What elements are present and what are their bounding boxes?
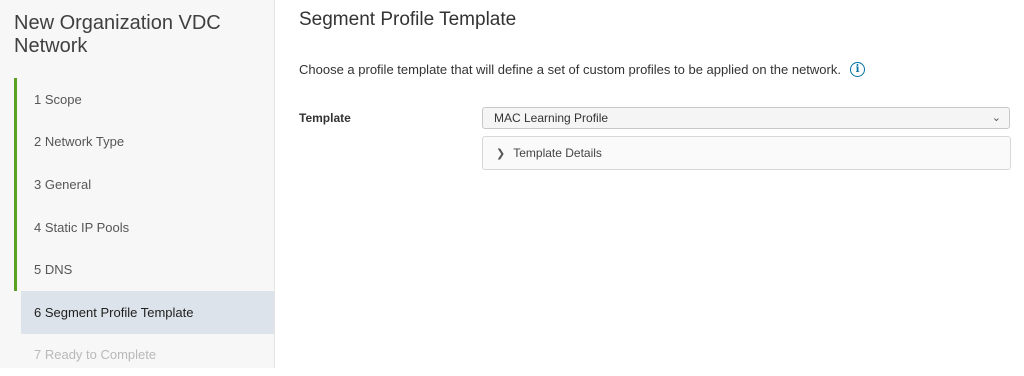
step-label: 3 General (34, 176, 92, 192)
wizard-modal: New Organization VDC Network 1 Scope 2 N… (0, 0, 1024, 368)
step-complete-bar (14, 205, 17, 249)
step-complete-bar (14, 248, 17, 291)
step-network-type[interactable]: 2 Network Type (14, 120, 274, 164)
step-label: 2 Network Type (34, 134, 125, 150)
step-static-ip-pools[interactable]: 4 Static IP Pools (14, 205, 274, 249)
step-label: 4 Static IP Pools (34, 219, 130, 235)
step-ready-to-complete: 7 Ready to Complete (14, 334, 274, 376)
step-scope[interactable]: 1 Scope (14, 78, 274, 121)
step-label: 1 Scope (34, 91, 82, 107)
template-details-label: Template Details (513, 146, 602, 160)
step-complete-bar (14, 78, 17, 121)
step-general[interactable]: 3 General (14, 163, 274, 206)
info-icon[interactable]: i (849, 62, 865, 77)
description-text: Choose a profile template that will defi… (299, 62, 841, 77)
step-complete-bar (14, 120, 17, 164)
template-label: Template (299, 111, 351, 125)
template-details-toggle[interactable]: ❯ Template Details (482, 136, 1011, 170)
wizard-title: New Organization VDC Network (14, 12, 221, 57)
wizard-content: Segment Profile Template Choose a profil… (299, 0, 1014, 368)
step-complete-bar (14, 163, 17, 206)
step-segment-profile-template[interactable]: 6 Segment Profile Template (21, 290, 274, 334)
step-label: 7 Ready to Complete (34, 347, 157, 363)
step-label: 5 DNS (34, 262, 73, 278)
wizard-sidebar: New Organization VDC Network 1 Scope 2 N… (0, 0, 275, 368)
chevron-down-icon: ⌄ (991, 112, 1001, 124)
wizard-steps: 1 Scope 2 Network Type 3 General 4 Stati… (14, 78, 274, 376)
template-select[interactable]: MAC Learning Profile ⌄ (482, 107, 1010, 129)
chevron-right-icon: ❯ (496, 147, 506, 160)
description: Choose a profile template that will defi… (299, 62, 865, 77)
template-select-value: MAC Learning Profile (494, 111, 609, 125)
step-dns[interactable]: 5 DNS (14, 248, 274, 291)
step-label: 6 Segment Profile Template (34, 304, 194, 320)
page-title: Segment Profile Template (299, 9, 517, 30)
